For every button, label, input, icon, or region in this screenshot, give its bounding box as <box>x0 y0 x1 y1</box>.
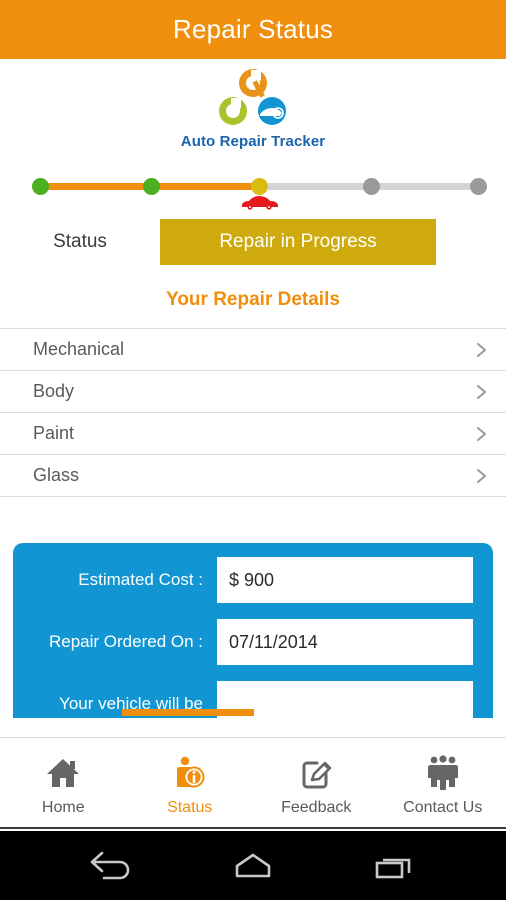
list-item-label: Paint <box>33 423 75 443</box>
tab-contact-us[interactable]: Contact Us <box>380 738 506 827</box>
tab-label: Feedback <box>281 798 352 816</box>
repair-info-card: Estimated Cost : Repair Ordered On : You… <box>13 543 493 718</box>
list-item-label: Glass <box>33 465 80 485</box>
chevron-right-icon <box>477 342 486 357</box>
tracker-step-1[interactable] <box>32 178 49 195</box>
people-group-icon <box>427 754 458 790</box>
logo-wordmark: Auto Repair Tracker <box>180 133 326 150</box>
list-item-label: Mechanical <box>33 339 125 359</box>
chevron-right-icon <box>477 384 486 399</box>
tracker-step-4[interactable] <box>363 178 380 195</box>
home-pentagon-icon[interactable] <box>226 849 280 883</box>
bottom-tab-bar: Home Status Feedback Contact Us <box>0 737 506 829</box>
list-item-glass[interactable]: Glass <box>0 455 506 497</box>
back-arrow-icon[interactable] <box>84 849 138 883</box>
status-person-info-icon <box>176 756 205 787</box>
app-logo: Auto Repair Tracker <box>0 59 506 167</box>
scroll-indicator[interactable] <box>122 709 254 716</box>
estimated-cost-label: Estimated Cost : <box>78 570 203 589</box>
estimated-cost-input[interactable] <box>217 557 473 603</box>
tab-label: Home <box>41 798 85 816</box>
app-root: Repair Status Auto Repair Tracker Status… <box>0 0 506 900</box>
tab-home[interactable]: Home <box>0 738 127 827</box>
tab-label: Status <box>167 798 213 816</box>
home-icon <box>47 758 80 787</box>
tab-label: Contact Us <box>403 798 483 816</box>
repair-ordered-on-label: Repair Ordered On : <box>48 632 203 651</box>
list-item-label: Body <box>33 381 75 401</box>
field-row-repair-ordered-on: Repair Ordered On : <box>33 619 473 665</box>
field-row-estimated-cost: Estimated Cost : <box>33 557 473 603</box>
repair-details-list: Mechanical Body Paint Glass <box>0 328 506 497</box>
vehicle-ready-input[interactable] <box>217 681 473 718</box>
list-item-paint[interactable]: Paint <box>0 413 506 455</box>
chevron-right-icon <box>477 426 486 441</box>
status-value-button[interactable]: Repair in Progress <box>160 219 436 265</box>
status-row: Status Repair in Progress <box>0 219 506 265</box>
car-icon <box>242 196 278 210</box>
tracker-step-5[interactable] <box>470 178 487 195</box>
android-system-nav-bar <box>0 831 506 900</box>
repair-details-heading: Your Repair Details <box>166 289 340 310</box>
page-title: Repair Status <box>172 14 334 44</box>
repair-ordered-on-input[interactable] <box>217 619 473 665</box>
auto-repair-tracker-logo-icon <box>219 69 286 125</box>
repair-progress-tracker <box>18 167 488 211</box>
chevron-right-icon <box>477 468 486 483</box>
repair-info-card-area: Estimated Cost : Repair Ordered On : You… <box>0 543 506 718</box>
title-bar: Repair Status <box>0 0 506 59</box>
tracker-step-2[interactable] <box>143 178 160 195</box>
list-item-body[interactable]: Body <box>0 371 506 413</box>
recents-squares-icon[interactable] <box>368 849 422 883</box>
tab-status[interactable]: Status <box>127 738 254 827</box>
pencil-edit-icon <box>302 761 332 788</box>
list-item-mechanical[interactable]: Mechanical <box>0 329 506 371</box>
tab-feedback[interactable]: Feedback <box>253 738 380 827</box>
status-label: Status <box>53 231 107 252</box>
